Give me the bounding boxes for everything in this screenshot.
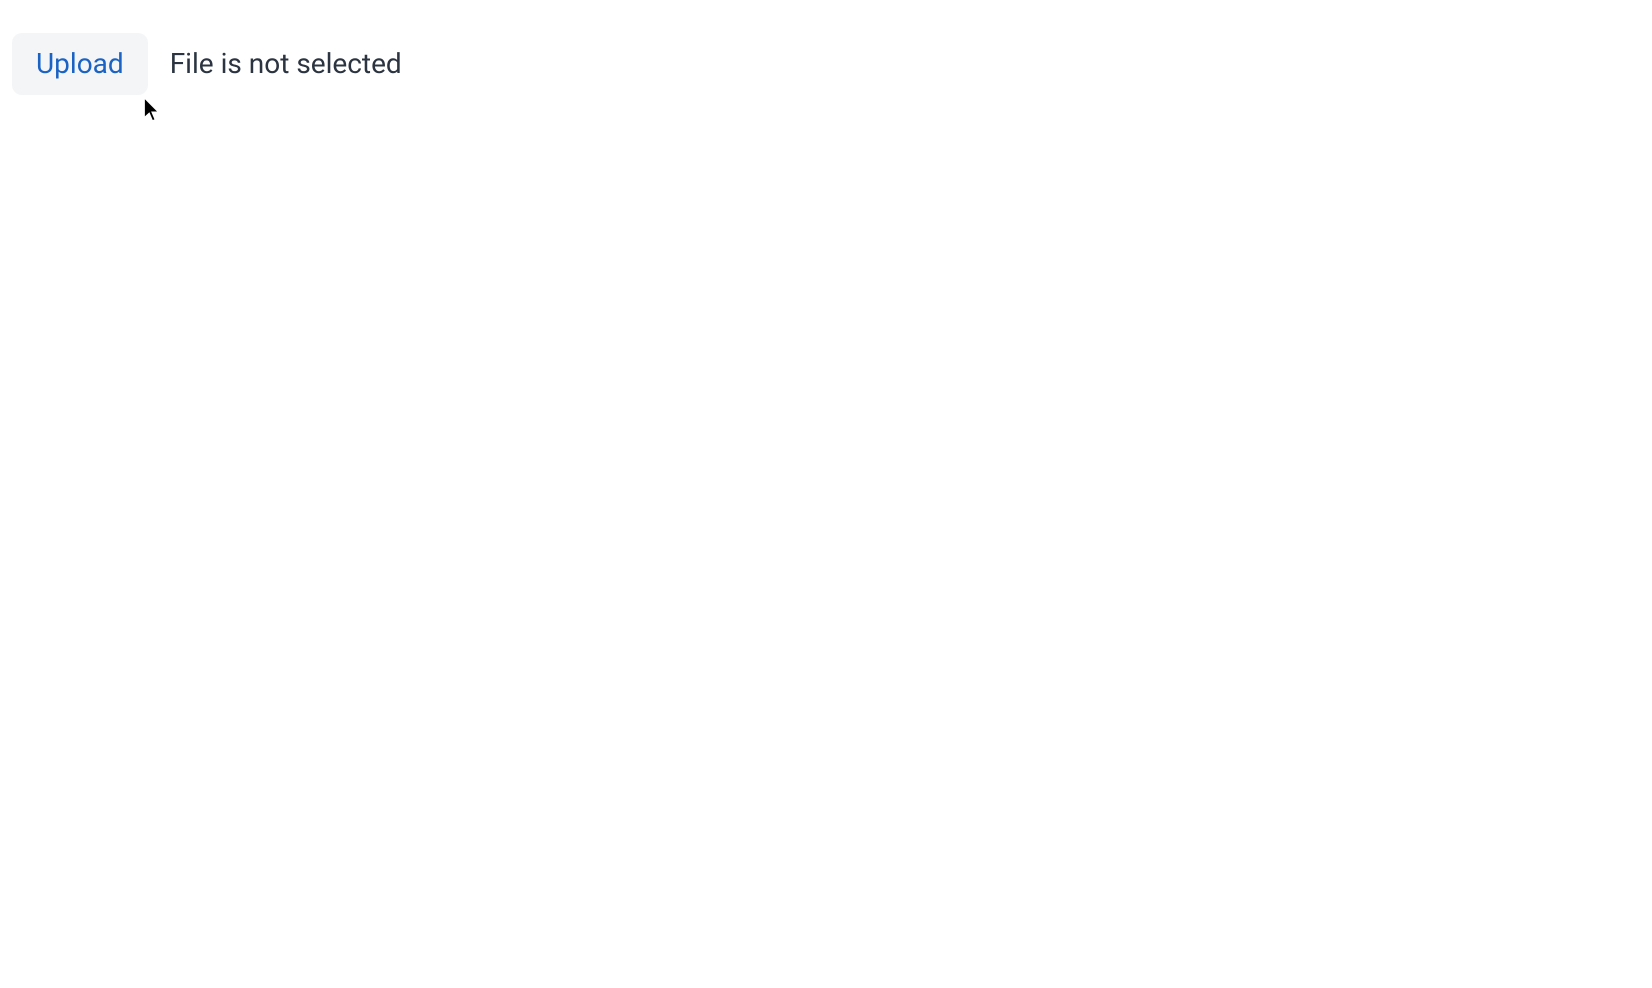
file-status-text: File is not selected (170, 47, 402, 81)
cursor-icon (144, 98, 162, 124)
upload-row: Upload File is not selected (0, 0, 1652, 95)
upload-button[interactable]: Upload (12, 33, 148, 95)
